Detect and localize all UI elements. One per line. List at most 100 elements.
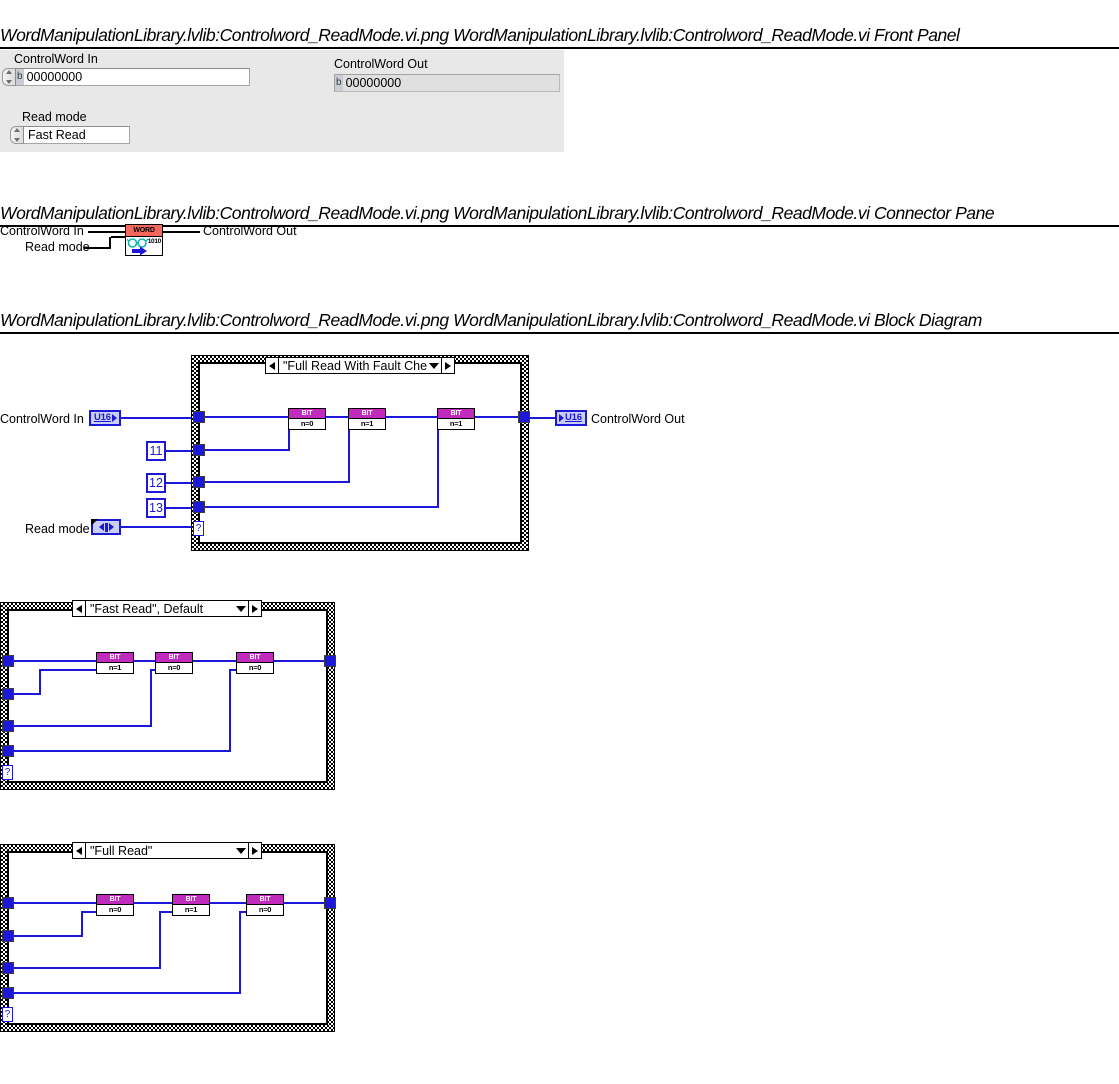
connector-wire-in1: [88, 231, 125, 233]
read-mode-control[interactable]: Fast Read: [10, 126, 130, 144]
tunnel-2-out-1[interactable]: [324, 655, 336, 667]
bit-node-1-3[interactable]: BIT n=1: [437, 408, 475, 430]
case-prev-icon[interactable]: [73, 601, 86, 616]
bd-input-label: ControlWord In: [0, 412, 84, 426]
case-structure-3[interactable]: [0, 844, 335, 1032]
case-next-icon[interactable]: [248, 601, 261, 616]
wire-2i: [8, 750, 230, 752]
case-selector-2-text[interactable]: "Fast Read", Default: [86, 602, 234, 616]
case-selector-3[interactable]: "Full Read": [72, 842, 262, 859]
bit-node-1-1[interactable]: BIT n=0: [288, 408, 326, 430]
bit-node-3-1-n: n=0: [108, 905, 122, 915]
bd-constant-12[interactable]: 12: [146, 473, 166, 493]
controlword-in-value[interactable]: 00000000: [24, 70, 83, 84]
wire-1i: [199, 506, 439, 508]
tunnel-in-3[interactable]: [193, 476, 205, 488]
bit-node-2-2-title: BIT: [168, 654, 180, 661]
read-mode-value[interactable]: Fast Read: [24, 128, 86, 142]
enum-corner-icon: [91, 519, 98, 526]
arrow-right-icon: [132, 246, 147, 255]
connector-input-read-mode: Read mode: [25, 240, 90, 254]
controlword-in-radix[interactable]: b: [16, 69, 24, 85]
bd-constant-11-value: 11: [149, 443, 163, 458]
wire-2d: [274, 660, 327, 662]
tunnel-2-in-4[interactable]: [2, 745, 14, 757]
vi-icon[interactable]: WORD 1010: [125, 224, 163, 256]
bit-node-3-1[interactable]: BIT n=0: [96, 894, 134, 916]
bit-node-1-2[interactable]: BIT n=1: [348, 408, 386, 430]
read-mode-field[interactable]: Fast Read: [23, 126, 130, 144]
wire-in-main: [121, 417, 199, 419]
connector-wire-in2-h2: [111, 236, 126, 238]
read-mode-label: Read mode: [22, 110, 87, 124]
bit-node-3-3[interactable]: BIT n=0: [246, 894, 284, 916]
case-next-icon[interactable]: [248, 843, 261, 858]
wire-3j: [239, 912, 241, 994]
chevron-down-icon[interactable]: [427, 362, 441, 369]
vi-icon-band-text: WORD: [133, 227, 155, 234]
bd-output-terminal[interactable]: U16: [555, 410, 587, 426]
controlword-in-stepper[interactable]: [2, 68, 15, 86]
tunnel-3-in-3[interactable]: [2, 962, 14, 974]
connector-wire-out1: [163, 231, 200, 233]
bit-node-3-3-n: n=0: [258, 905, 272, 915]
tunnel-in-2[interactable]: [193, 444, 205, 456]
controlword-in-field[interactable]: b 00000000: [15, 68, 250, 86]
case-selector-1[interactable]: "Full Read With Fault Check": [265, 357, 455, 374]
tunnel-3-in-4[interactable]: [2, 987, 14, 999]
bd-constant-13[interactable]: 13: [146, 498, 166, 518]
tunnel-3-in-2[interactable]: [2, 930, 14, 942]
tunnel-in-4[interactable]: [193, 501, 205, 513]
bit-node-2-1-title: BIT: [109, 654, 121, 661]
read-mode-stepper[interactable]: [10, 126, 23, 144]
bd-input-terminal[interactable]: U16: [89, 410, 121, 426]
controlword-in-control[interactable]: b 00000000: [2, 68, 250, 86]
bit-node-1-2-n: n=1: [360, 419, 374, 429]
bit-node-2-2-n: n=0: [167, 663, 181, 673]
controlword-out-radix[interactable]: b: [335, 75, 343, 91]
bit-node-1-3-n: n=1: [449, 419, 463, 429]
case-selector-tunnel-1[interactable]: ?: [193, 521, 204, 536]
bit-node-3-2[interactable]: BIT n=1: [172, 894, 210, 916]
case-selector-1-text[interactable]: "Full Read With Fault Check": [279, 359, 427, 373]
case-selector-tunnel-3[interactable]: ?: [2, 1007, 13, 1022]
case-structure-1[interactable]: [191, 355, 529, 551]
chevron-down-icon[interactable]: [234, 847, 248, 854]
chevron-down-icon[interactable]: [234, 605, 248, 612]
case-prev-icon[interactable]: [266, 358, 279, 373]
case-structure-2[interactable]: [0, 602, 335, 790]
wire-1j: [437, 426, 439, 508]
case-structure-1-inner-border: [199, 363, 521, 543]
tunnel-3-in-1[interactable]: [2, 897, 14, 909]
bit-node-2-2[interactable]: BIT n=0: [155, 652, 193, 674]
tunnel-3-out-1[interactable]: [324, 897, 336, 909]
wire-enum-main: [121, 526, 199, 528]
bd-constant-11[interactable]: 11: [146, 441, 166, 461]
bit-node-1-1-n: n=0: [300, 419, 314, 429]
bit-node-2-1[interactable]: BIT n=1: [96, 652, 134, 674]
case-next-icon[interactable]: [441, 358, 454, 373]
tunnel-in-1[interactable]: [193, 411, 205, 423]
block-diagram-section-title: WordManipulationLibrary.lvlib:Controlwor…: [0, 310, 1119, 334]
tunnel-2-in-2[interactable]: [2, 688, 14, 700]
case-prev-icon[interactable]: [73, 843, 86, 858]
wire-2a: [8, 660, 97, 662]
case-selector-2[interactable]: "Fast Read", Default: [72, 600, 262, 617]
tunnel-out-1[interactable]: [518, 411, 530, 423]
bd-output-terminal-label: U16: [565, 412, 582, 424]
case-selector-3-text[interactable]: "Full Read": [86, 844, 234, 858]
wire-1g: [199, 481, 350, 483]
case-selector-tunnel-2[interactable]: ?: [2, 765, 13, 780]
wire-3h: [159, 912, 161, 969]
bit-node-3-2-n: n=1: [184, 905, 198, 915]
connector-wire-in2-v: [109, 237, 111, 249]
enum-arrows-icon: [98, 522, 114, 532]
bit-node-3-2-title: BIT: [185, 896, 197, 903]
wire-out-main: [530, 417, 557, 419]
bit-node-2-3[interactable]: BIT n=0: [236, 652, 274, 674]
wire-2h: [150, 670, 152, 727]
wire-3a: [8, 902, 97, 904]
tunnel-2-in-1[interactable]: [2, 655, 14, 667]
wire-2f2: [39, 669, 101, 671]
tunnel-2-in-3[interactable]: [2, 720, 14, 732]
